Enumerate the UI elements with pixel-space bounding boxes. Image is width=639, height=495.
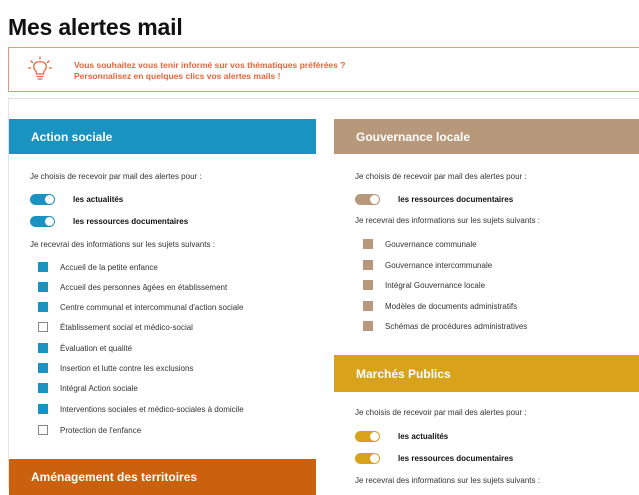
panel-title: Aménagement des territoires	[31, 470, 198, 484]
subject-checkbox[interactable]	[38, 363, 48, 373]
subject-label: Gouvernance intercommunale	[385, 260, 493, 270]
subject-checkbox[interactable]	[363, 301, 373, 311]
subject-checkbox[interactable]	[363, 239, 373, 249]
subject-row: Insertion et lutte contre les exclusions	[38, 363, 193, 373]
subject-checkbox[interactable]	[363, 260, 373, 270]
toggle-label: les ressources documentaires	[398, 195, 514, 204]
subject-row: Accueil des personnes âgées en établisse…	[38, 282, 227, 292]
subject-label: Établissement social et médico-social	[60, 322, 193, 332]
subject-checkbox[interactable]	[38, 302, 48, 312]
subject-checkbox[interactable]	[38, 322, 48, 332]
panel-title: Marchés Publics	[356, 366, 451, 381]
subjects-intro: Je recevrai des informations sur les suj…	[30, 240, 215, 249]
subject-row: Accueil de la petite enfance	[38, 262, 158, 272]
toggle-label: les actualités	[398, 432, 449, 441]
column-border	[8, 99, 9, 488]
subject-label: Évaluation et qualité	[60, 343, 133, 353]
panel-header-gouvernance: Gouvernance locale	[334, 119, 639, 154]
subject-label: Accueil de la petite enfance	[60, 262, 158, 272]
subject-label: Interventions sociales et médico-sociale…	[60, 404, 244, 414]
subject-row: Établissement social et médico-social	[38, 322, 193, 332]
subject-label: Centre communal et intercommunal d'actio…	[60, 302, 244, 312]
subject-row: Centre communal et intercommunal d'actio…	[38, 302, 243, 312]
subject-checkbox[interactable]	[38, 343, 48, 353]
subject-row: Protection de l'enfance	[38, 425, 141, 435]
subject-label: Protection de l'enfance	[60, 425, 142, 435]
alerts-intro: Je choisis de recevoir par mail des aler…	[355, 408, 527, 417]
toggle-ressources[interactable]	[355, 453, 380, 464]
subject-row: Interventions sociales et médico-sociale…	[38, 404, 244, 414]
subject-label: Intégral Action sociale	[60, 383, 138, 393]
toggle-row-ressources: les ressources documentaires	[355, 453, 513, 464]
subject-label: Accueil des personnes âgées en établisse…	[60, 282, 228, 292]
info-line-1: Vous souhaitez vous tenir informé sur vo…	[74, 60, 346, 70]
subjects-intro: Je recevrai des informations sur les suj…	[355, 216, 540, 225]
subject-checkbox[interactable]	[38, 425, 48, 435]
subject-checkbox[interactable]	[38, 262, 48, 272]
toggle-ressources[interactable]	[30, 216, 55, 227]
toggle-row-actualites: les actualités	[30, 194, 123, 205]
subject-checkbox[interactable]	[363, 280, 373, 290]
divider	[8, 98, 639, 99]
toggle-label: les ressources documentaires	[398, 454, 514, 463]
subject-row: Intégral Action sociale	[38, 383, 138, 393]
subject-row: Évaluation et qualité	[38, 343, 132, 353]
toggle-actualites[interactable]	[355, 431, 380, 442]
toggle-row-ressources: les ressources documentaires	[30, 216, 188, 227]
subject-checkbox[interactable]	[38, 404, 48, 414]
toggle-actualites[interactable]	[30, 194, 55, 205]
subject-label: Insertion et lutte contre les exclusions	[60, 363, 194, 373]
toggle-row-ressources: les ressources documentaires	[355, 194, 513, 205]
info-line-2: Personnalisez en quelques clics vos aler…	[74, 71, 281, 81]
subject-row: Schémas de procédures administratives	[363, 321, 527, 331]
subject-row: Gouvernance communale	[363, 239, 477, 249]
subject-label: Intégral Gouvernance locale	[385, 280, 486, 290]
subject-label: Gouvernance communale	[385, 239, 477, 249]
page-title: Mes alertes mail	[8, 14, 183, 40]
panel-header-marches: Marchés Publics	[334, 355, 639, 392]
subject-row: Gouvernance intercommunale	[363, 260, 492, 270]
subjects-intro: Je recevrai des informations sur les suj…	[355, 476, 540, 485]
subject-checkbox[interactable]	[38, 282, 48, 292]
panel-title: Gouvernance locale	[356, 129, 471, 144]
subject-row: Modèles de documents administratifs	[363, 301, 517, 311]
panel-title: Action sociale	[31, 129, 113, 144]
panel-header-amenagement[interactable]: Aménagement des territoires	[9, 459, 316, 495]
info-banner: Vous souhaitez vous tenir informé sur vo…	[8, 47, 639, 92]
alerts-intro: Je choisis de recevoir par mail des aler…	[355, 172, 527, 181]
panel-header-action-sociale: Action sociale	[9, 119, 316, 154]
subject-label: Schémas de procédures administratives	[385, 321, 528, 331]
toggle-row-actualites: les actualités	[355, 431, 448, 442]
subject-row: Intégral Gouvernance locale	[363, 280, 485, 290]
toggle-label: les actualités	[73, 195, 124, 204]
lightbulb-icon	[28, 56, 52, 80]
toggle-ressources[interactable]	[355, 194, 380, 205]
toggle-label: les ressources documentaires	[73, 217, 189, 226]
subject-checkbox[interactable]	[363, 321, 373, 331]
subject-label: Modèles de documents administratifs	[385, 301, 518, 311]
alerts-intro: Je choisis de recevoir par mail des aler…	[30, 172, 202, 181]
subject-checkbox[interactable]	[38, 383, 48, 393]
